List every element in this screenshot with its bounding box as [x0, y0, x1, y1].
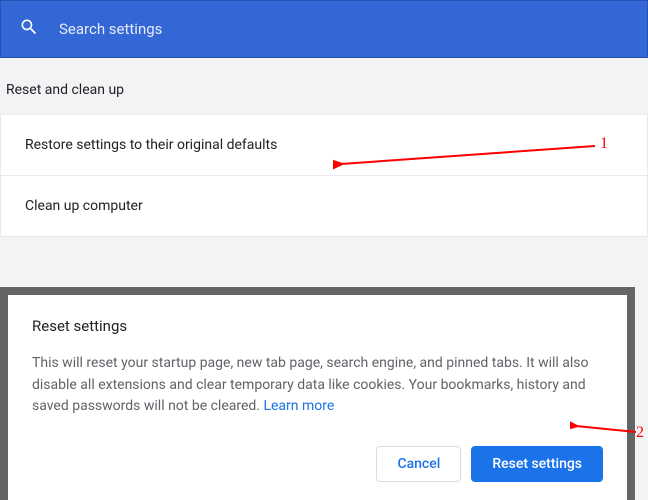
- search-bar: [0, 0, 648, 58]
- dialog-title: Reset settings: [32, 317, 603, 335]
- section-title: Reset and clean up: [0, 58, 648, 114]
- learn-more-link[interactable]: Learn more: [263, 398, 334, 414]
- reset-settings-button[interactable]: Reset settings: [471, 446, 603, 482]
- settings-card: Restore settings to their original defau…: [0, 114, 648, 237]
- annotation-2-label: 2: [636, 424, 644, 442]
- dialog-actions: Cancel Reset settings: [32, 446, 603, 482]
- search-icon: [19, 17, 39, 41]
- restore-defaults-row[interactable]: Restore settings to their original defau…: [1, 115, 647, 175]
- reset-settings-dialog: Reset settings This will reset your star…: [8, 295, 627, 500]
- cleanup-computer-row[interactable]: Clean up computer: [1, 175, 647, 236]
- search-input[interactable]: [59, 20, 629, 38]
- dialog-body: This will reset your startup page, new t…: [32, 353, 603, 418]
- annotation-1-label: 1: [600, 135, 608, 153]
- cancel-button[interactable]: Cancel: [376, 446, 461, 482]
- dialog-backdrop: Reset settings This will reset your star…: [0, 287, 635, 500]
